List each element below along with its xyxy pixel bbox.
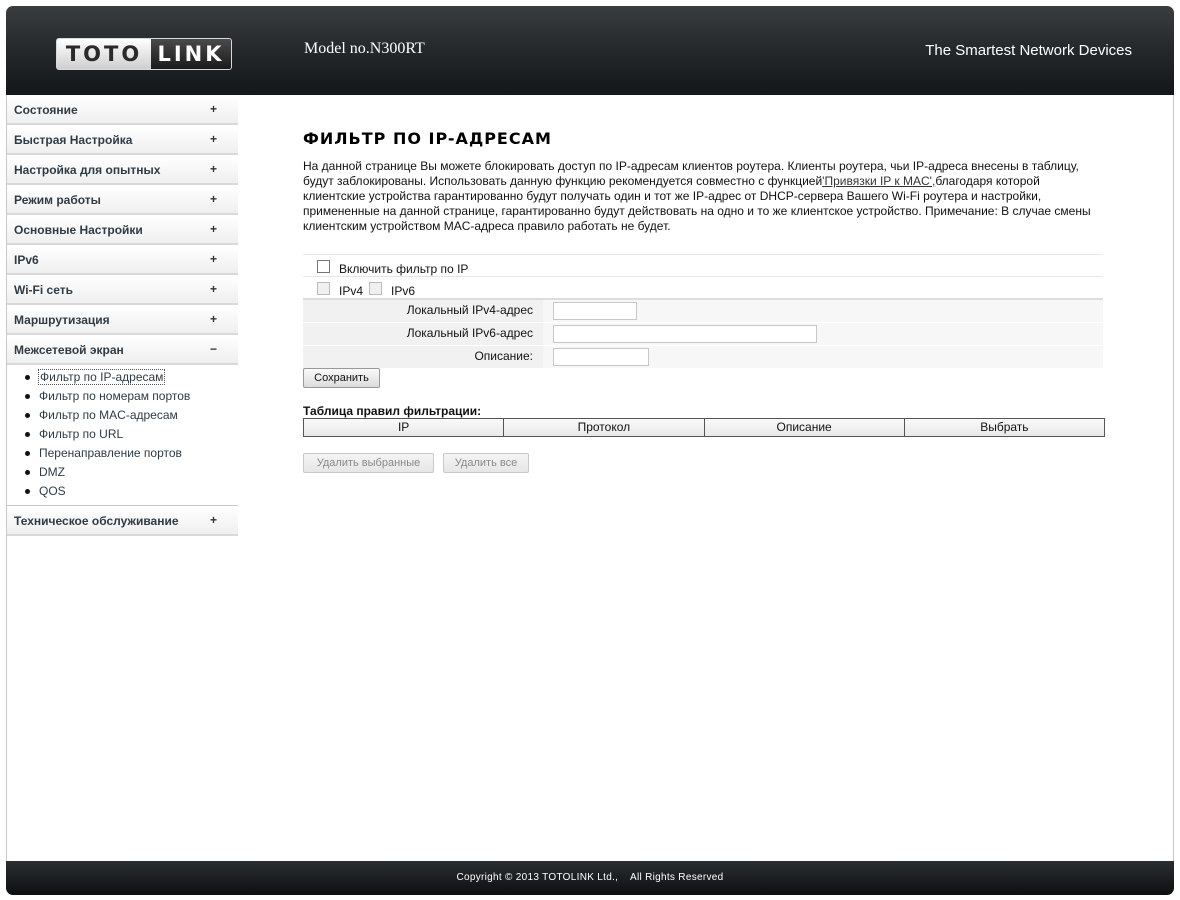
model-number: Model no.N300RT bbox=[304, 40, 425, 57]
submenu-item-label: Фильтр по MAC-адресам bbox=[39, 408, 178, 422]
menu-item-label: Быстрая Настройка bbox=[14, 133, 133, 147]
expand-icon: + bbox=[210, 513, 218, 527]
collapse-icon: − bbox=[210, 342, 218, 356]
slogan: The Smartest Network Devices bbox=[925, 42, 1132, 59]
ip-mac-binding-link[interactable]: 'Привязки IP к MAC', bbox=[822, 174, 935, 188]
ipv6-row-value-cell bbox=[543, 323, 1103, 345]
rules-table-header: IP Протокол Описание Выбрать bbox=[303, 418, 1105, 437]
ipv4-address-label: Локальный IPv4-адрес bbox=[406, 303, 533, 317]
menu-item-label: Основные Настройки bbox=[14, 223, 143, 237]
expand-icon: + bbox=[210, 312, 218, 326]
enable-ip-filter-checkbox[interactable] bbox=[317, 260, 330, 273]
submenu-item-mac-filter[interactable]: Фильтр по MAC-адресам bbox=[7, 406, 238, 425]
ipv6-address-input[interactable] bbox=[553, 325, 817, 343]
bullet-icon bbox=[25, 432, 30, 437]
expand-icon: + bbox=[210, 282, 218, 296]
menu-item-label: Настройка для опытных bbox=[14, 163, 161, 177]
submenu-item-ip-filter[interactable]: Фильтр по IP-адресам bbox=[7, 368, 238, 387]
menu-item-label: Режим работы bbox=[14, 193, 101, 207]
bullet-icon bbox=[25, 375, 30, 380]
divider bbox=[303, 254, 1103, 255]
submenu-item-label: Фильтр по URL bbox=[39, 427, 124, 441]
ipv6-checkbox[interactable] bbox=[369, 282, 382, 295]
ipv4-label: IPv4 bbox=[339, 284, 364, 298]
ipv4-address-input[interactable] bbox=[553, 302, 637, 320]
column-header-ip: IP bbox=[304, 419, 505, 436]
submenu-item-dmz[interactable]: DMZ bbox=[7, 463, 238, 482]
main-content: ФИЛЬТР ПО IP-АДРЕСАМ На данной странице … bbox=[238, 95, 1174, 861]
menu-item-status[interactable]: Состояние + bbox=[7, 95, 238, 125]
menu-item-maintenance[interactable]: Техническое обслуживание + bbox=[7, 506, 238, 536]
ipv6-address-label: Локальный IPv6-адрес bbox=[406, 326, 533, 340]
logo-right-text: LINK bbox=[151, 39, 231, 69]
copyright-text: Copyright © 2013 TOTOLINK Ltd., All Righ… bbox=[456, 872, 724, 883]
menu-item-quick-setup[interactable]: Быстрая Настройка + bbox=[7, 125, 238, 155]
submenu-item-label: Фильтр по номерам портов bbox=[39, 389, 191, 403]
firewall-submenu: Фильтр по IP-адресам Фильтр по номерам п… bbox=[7, 365, 238, 506]
column-header-select: Выбрать bbox=[980, 420, 1029, 434]
expand-icon: + bbox=[210, 132, 218, 146]
ipv6-label: IPv6 bbox=[391, 284, 416, 298]
ipv4-row-label-cell: Локальный IPv4-адрес bbox=[303, 300, 543, 322]
ipv4-checkbox[interactable] bbox=[317, 282, 330, 295]
ipv6-row-label-cell: Локальный IPv6-адрес bbox=[303, 323, 543, 345]
submenu-item-qos[interactable]: QOS bbox=[7, 482, 238, 501]
enable-ip-filter-label: Включить фильтр по IP bbox=[339, 262, 469, 276]
column-header-description: Описание bbox=[705, 419, 905, 436]
submenu-item-url-filter[interactable]: Фильтр по URL bbox=[7, 425, 238, 444]
logo-left-text: TOTO bbox=[57, 39, 151, 69]
page-title: ФИЛЬТР ПО IP-АДРЕСАМ bbox=[303, 129, 552, 148]
description-label: Описание: bbox=[474, 349, 533, 363]
menu-item-firewall[interactable]: Межсетевой экран − bbox=[7, 335, 238, 365]
menu-item-label: Состояние bbox=[14, 103, 78, 117]
filter-form: Локальный IPv4-адрес Локальный IPv6-адре… bbox=[303, 300, 1103, 369]
save-button[interactable]: Сохранить bbox=[303, 368, 380, 388]
column-header-protocol: Протокол bbox=[504, 419, 705, 436]
submenu-item-label: QOS bbox=[39, 484, 66, 498]
footer: Copyright © 2013 TOTOLINK Ltd., All Righ… bbox=[6, 861, 1174, 895]
menu-item-label: Межсетевой экран bbox=[14, 343, 124, 357]
expand-icon: + bbox=[210, 252, 218, 266]
menu-item-basic-settings[interactable]: Основные Настройки + bbox=[7, 215, 238, 245]
menu-item-routing[interactable]: Маршрутизация + bbox=[7, 305, 238, 335]
menu-item-ipv6[interactable]: IPv6 + bbox=[7, 245, 238, 275]
ipv6-address-row: Локальный IPv6-адрес bbox=[303, 323, 1103, 346]
submenu-item-label: DMZ bbox=[39, 465, 65, 479]
bullet-icon bbox=[25, 394, 30, 399]
submenu-item-port-forwarding[interactable]: Перенаправление портов bbox=[7, 444, 238, 463]
totolink-logo: TOTO LINK bbox=[56, 38, 232, 70]
menu-item-wifi[interactable]: Wi-Fi сеть + bbox=[7, 275, 238, 305]
bullet-icon bbox=[25, 470, 30, 475]
menu-item-label: IPv6 bbox=[14, 253, 39, 267]
menu-item-label: Wi-Fi сеть bbox=[14, 283, 73, 297]
description-input[interactable] bbox=[553, 348, 649, 366]
header: TOTO LINK Model no.N300RT The Smartest N… bbox=[6, 6, 1174, 95]
expand-icon: + bbox=[210, 222, 218, 236]
expand-icon: + bbox=[210, 192, 218, 206]
divider bbox=[303, 276, 1103, 277]
expand-icon: + bbox=[210, 102, 218, 116]
ipv4-address-row: Локальный IPv4-адрес bbox=[303, 300, 1103, 323]
expand-icon: + bbox=[210, 162, 218, 176]
submenu-item-port-filter[interactable]: Фильтр по номерам портов bbox=[7, 387, 238, 406]
delete-selected-button[interactable]: Удалить выбранные bbox=[303, 453, 434, 473]
bullet-icon bbox=[25, 451, 30, 456]
menu-item-operation-mode[interactable]: Режим работы + bbox=[7, 185, 238, 215]
router-admin-page: TOTO LINK Model no.N300RT The Smartest N… bbox=[6, 6, 1174, 895]
menu-item-advanced-setup[interactable]: Настройка для опытных + bbox=[7, 155, 238, 185]
sidebar-menu: Состояние + Быстрая Настройка + Настройк… bbox=[6, 95, 239, 861]
menu-item-label: Техническое обслуживание bbox=[14, 514, 179, 528]
menu-item-label: Маршрутизация bbox=[14, 313, 110, 327]
bullet-icon bbox=[25, 413, 30, 418]
submenu-item-label: Перенаправление портов bbox=[39, 446, 182, 460]
description-row-value-cell bbox=[543, 346, 1103, 368]
rules-table-title: Таблица правил фильтрации: bbox=[303, 404, 482, 418]
description-row: Описание: bbox=[303, 346, 1103, 369]
delete-all-button[interactable]: Удалить все bbox=[443, 453, 529, 473]
bullet-icon bbox=[25, 489, 30, 494]
description-row-label-cell: Описание: bbox=[303, 346, 543, 368]
page-description: На данной странице Вы можете блокировать… bbox=[303, 159, 1103, 234]
submenu-item-label: Фильтр по IP-адресам bbox=[38, 369, 166, 385]
ipv4-row-value-cell bbox=[543, 300, 1103, 322]
